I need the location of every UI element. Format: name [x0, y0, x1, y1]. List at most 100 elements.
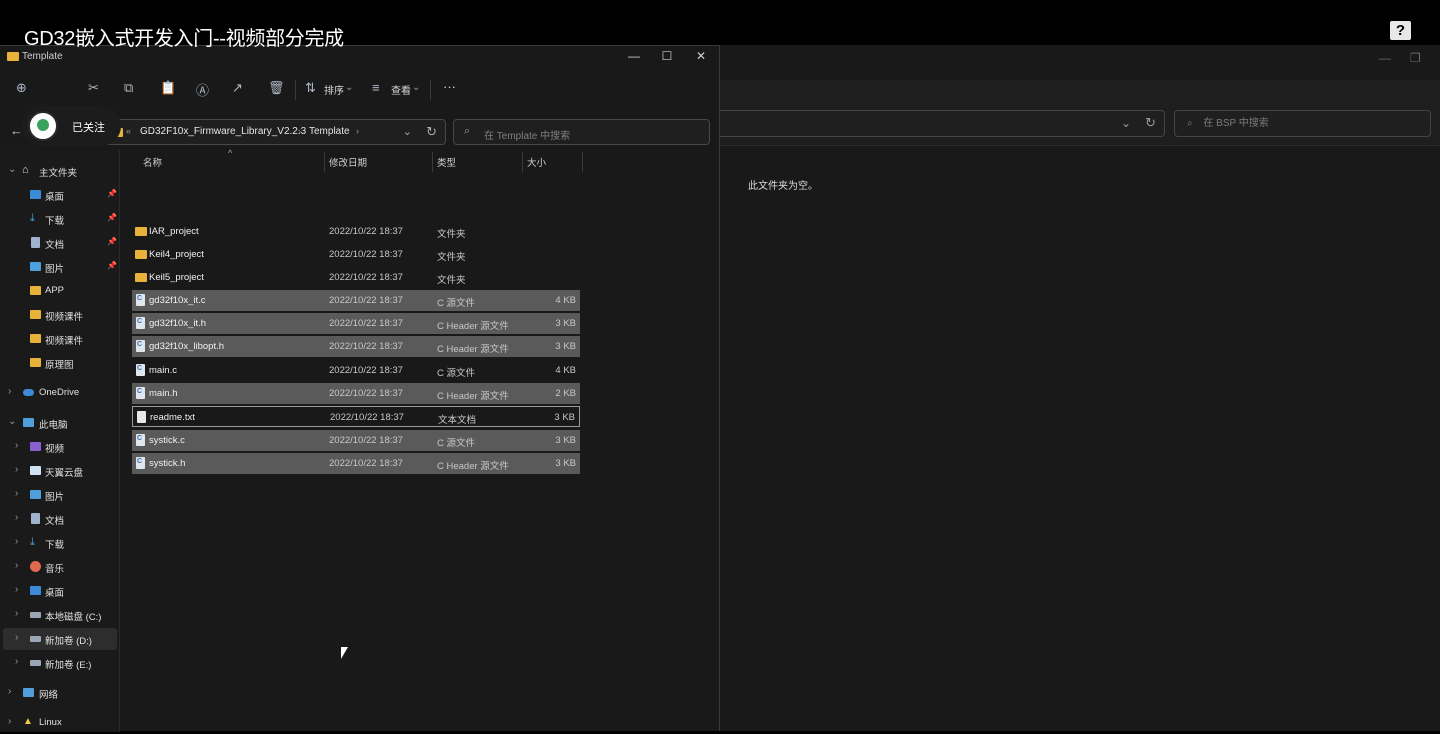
- table-row[interactable]: systick.c 2022/10/22 18:37 C 源文件 3 KB: [132, 430, 580, 451]
- minimize-button[interactable]: —: [624, 49, 644, 63]
- file-type: C 源文件: [437, 368, 476, 379]
- bg-address-bar[interactable]: ⌄ ↻: [718, 110, 1165, 137]
- sidebar-item-drive-d[interactable]: › 新加卷 (D:): [3, 628, 117, 650]
- expand-chevron-icon[interactable]: ›: [15, 440, 18, 451]
- column-divider[interactable]: [324, 152, 325, 172]
- file-date: 2022/10/22 18:37: [329, 365, 403, 376]
- table-row[interactable]: gd32f10x_libopt.h 2022/10/22 18:37 C Hea…: [132, 336, 580, 357]
- music-icon: [30, 561, 41, 572]
- column-divider[interactable]: [582, 152, 583, 172]
- expand-chevron-icon[interactable]: ⌄: [8, 164, 16, 175]
- table-row[interactable]: IAR_project 2022/10/22 18:37 文件夹: [132, 221, 580, 242]
- copy-icon[interactable]: ⧉: [124, 80, 133, 96]
- folder-icon: [30, 286, 41, 295]
- sidebar-item-pictures[interactable]: › 图片: [0, 484, 119, 506]
- rename-icon[interactable]: Ⓐ: [196, 80, 209, 99]
- sidebar-item-pictures-pinned[interactable]: 图片 📌: [0, 256, 119, 278]
- breadcrumb-library[interactable]: GD32F10x_Firmware_Library_V2.2.3: [140, 126, 306, 137]
- view-icon[interactable]: ≡: [372, 80, 380, 95]
- table-row[interactable]: systick.h 2022/10/22 18:37 C Header 源文件 …: [132, 453, 580, 474]
- expand-chevron-icon[interactable]: ›: [15, 464, 18, 475]
- sidebar-item-desktop[interactable]: › 桌面: [0, 580, 119, 602]
- sidebar-item-desktop-pinned[interactable]: 桌面 📌: [0, 184, 119, 206]
- sidebar-item-music[interactable]: › 音乐: [0, 556, 119, 578]
- sort-button[interactable]: 排序: [324, 82, 344, 97]
- search-input[interactable]: ⌕ 在 Template 中搜索: [453, 119, 710, 145]
- sidebar-item-video-slides-1[interactable]: 视频课件: [0, 304, 119, 326]
- sidebar-item-this-pc[interactable]: ⌄ 此电脑: [0, 412, 119, 434]
- view-button[interactable]: 查看: [391, 82, 411, 97]
- file-name: systick.h: [149, 458, 186, 469]
- share-icon[interactable]: ↗: [232, 80, 243, 96]
- table-row[interactable]: main.h 2022/10/22 18:37 C Header 源文件 2 K…: [132, 383, 580, 404]
- column-header-type[interactable]: 类型: [437, 155, 456, 169]
- delete-icon[interactable]: 🗑: [268, 80, 285, 96]
- file-type: C Header 源文件: [437, 391, 509, 402]
- sidebar-item-documents[interactable]: › 文档: [0, 508, 119, 530]
- new-icon[interactable]: ⊕: [16, 80, 27, 96]
- sidebar-item-videos[interactable]: › 视频: [0, 436, 119, 458]
- expand-chevron-icon[interactable]: ›: [8, 386, 11, 397]
- document-icon: [31, 237, 40, 248]
- bg-refresh-icon[interactable]: ↻: [1145, 115, 1156, 131]
- sidebar-item-downloads-pinned[interactable]: ⤓ 下载 📌: [0, 208, 119, 230]
- sidebar-item-onedrive[interactable]: › OneDrive: [0, 382, 119, 404]
- column-header-name[interactable]: 名称: [143, 155, 162, 169]
- expand-chevron-icon[interactable]: ›: [15, 584, 18, 595]
- expand-chevron-icon[interactable]: ›: [15, 536, 18, 547]
- follow-badge[interactable]: 已关注: [22, 106, 121, 146]
- sidebar-item-documents-pinned[interactable]: 文档 📌: [0, 232, 119, 254]
- sidebar-item-home[interactable]: ⌄ ⌂ 主文件夹: [0, 160, 119, 182]
- sidebar-item-schematic[interactable]: 原理图: [0, 352, 119, 374]
- column-header-date[interactable]: 修改日期: [329, 155, 367, 169]
- bg-address-dropdown-icon[interactable]: ⌄: [1121, 116, 1131, 130]
- expand-chevron-icon[interactable]: ›: [15, 608, 18, 619]
- expand-chevron-icon[interactable]: ›: [15, 632, 18, 643]
- sidebar-item-network[interactable]: › 网络: [0, 682, 119, 704]
- bg-search-input[interactable]: ⌕ 在 BSP 中搜索: [1174, 110, 1431, 137]
- sidebar-item-app[interactable]: APP: [0, 280, 119, 302]
- expand-chevron-icon[interactable]: ›: [8, 686, 11, 697]
- sidebar-item-drive-c[interactable]: › 本地磁盘 (C:): [0, 604, 119, 626]
- bg-restore-icon[interactable]: ❐: [1410, 51, 1421, 65]
- sidebar-item-video-slides-2[interactable]: 视频课件: [0, 328, 119, 350]
- sidebar-item-downloads[interactable]: › ⤓ 下载: [0, 532, 119, 554]
- linux-icon: ▲: [23, 716, 33, 727]
- breadcrumb-template[interactable]: Template: [309, 126, 350, 137]
- table-row[interactable]: main.c 2022/10/22 18:37 C 源文件 4 KB: [132, 360, 580, 381]
- expand-chevron-icon[interactable]: ›: [15, 512, 18, 523]
- address-overflow[interactable]: «: [126, 126, 131, 136]
- sort-icon[interactable]: ⇅: [305, 80, 316, 96]
- expand-chevron-icon[interactable]: ›: [15, 656, 18, 667]
- table-row[interactable]: gd32f10x_it.h 2022/10/22 18:37 C Header …: [132, 313, 580, 334]
- paste-icon[interactable]: 📋: [160, 80, 176, 96]
- sidebar-item-label: 新加卷 (E:): [45, 660, 92, 671]
- network-icon: [23, 688, 34, 697]
- more-options-button[interactable]: ···: [443, 79, 456, 94]
- table-row[interactable]: Keil4_project 2022/10/22 18:37 文件夹: [132, 244, 580, 265]
- column-divider[interactable]: [432, 152, 433, 172]
- close-button[interactable]: ✕: [691, 49, 711, 63]
- mouse-cursor-icon: [341, 647, 348, 659]
- expand-chevron-icon[interactable]: ›: [15, 488, 18, 499]
- view-chevron-icon[interactable]: ⌄: [412, 82, 420, 93]
- sidebar-item-tianyi-cloud[interactable]: › 天翼云盘: [0, 460, 119, 482]
- maximize-button[interactable]: ☐: [657, 49, 677, 63]
- table-row[interactable]: readme.txt 2022/10/22 18:37 文本文档 3 KB: [132, 406, 580, 427]
- column-header-size[interactable]: 大小: [527, 155, 546, 169]
- sidebar-item-drive-e[interactable]: › 新加卷 (E:): [0, 652, 119, 674]
- column-divider[interactable]: [522, 152, 523, 172]
- sort-chevron-icon[interactable]: ⌄: [345, 82, 353, 93]
- address-dropdown-icon[interactable]: ⌄: [403, 125, 412, 138]
- refresh-icon[interactable]: ↻: [426, 124, 437, 140]
- table-row[interactable]: Keil5_project 2022/10/22 18:37 文件夹: [132, 267, 580, 288]
- expand-chevron-icon[interactable]: ›: [8, 716, 11, 727]
- pin-icon: 📌: [107, 189, 117, 198]
- help-button[interactable]: ?: [1390, 21, 1411, 40]
- address-bar[interactable]: « GD32F10x_Firmware_Library_V2.2.3 › Tem…: [103, 119, 446, 145]
- bg-minimize-icon[interactable]: —: [1379, 51, 1391, 65]
- cut-icon[interactable]: ✂: [88, 80, 99, 96]
- expand-chevron-icon[interactable]: ⌄: [8, 416, 16, 427]
- table-row[interactable]: gd32f10x_it.c 2022/10/22 18:37 C 源文件 4 K…: [132, 290, 580, 311]
- expand-chevron-icon[interactable]: ›: [15, 560, 18, 571]
